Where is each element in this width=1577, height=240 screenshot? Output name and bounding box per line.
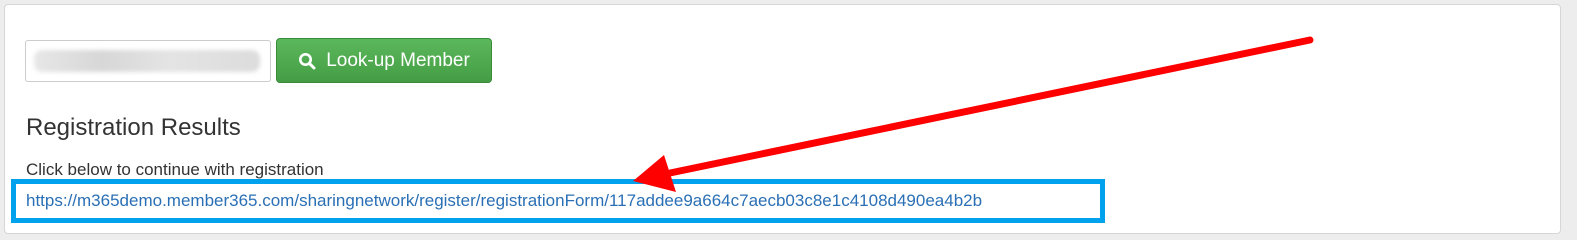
redacted-input-value (34, 50, 260, 72)
member-search-input[interactable] (25, 40, 271, 82)
lookup-member-label: Look-up Member (326, 49, 470, 71)
registration-results-heading: Registration Results (26, 114, 241, 141)
lookup-member-button[interactable]: Look-up Member (276, 38, 492, 83)
registration-form-link[interactable]: https://m365demo.member365.com/sharingne… (26, 191, 982, 211)
registration-instruction: Click below to continue with registratio… (26, 160, 324, 179)
search-icon (299, 52, 316, 69)
